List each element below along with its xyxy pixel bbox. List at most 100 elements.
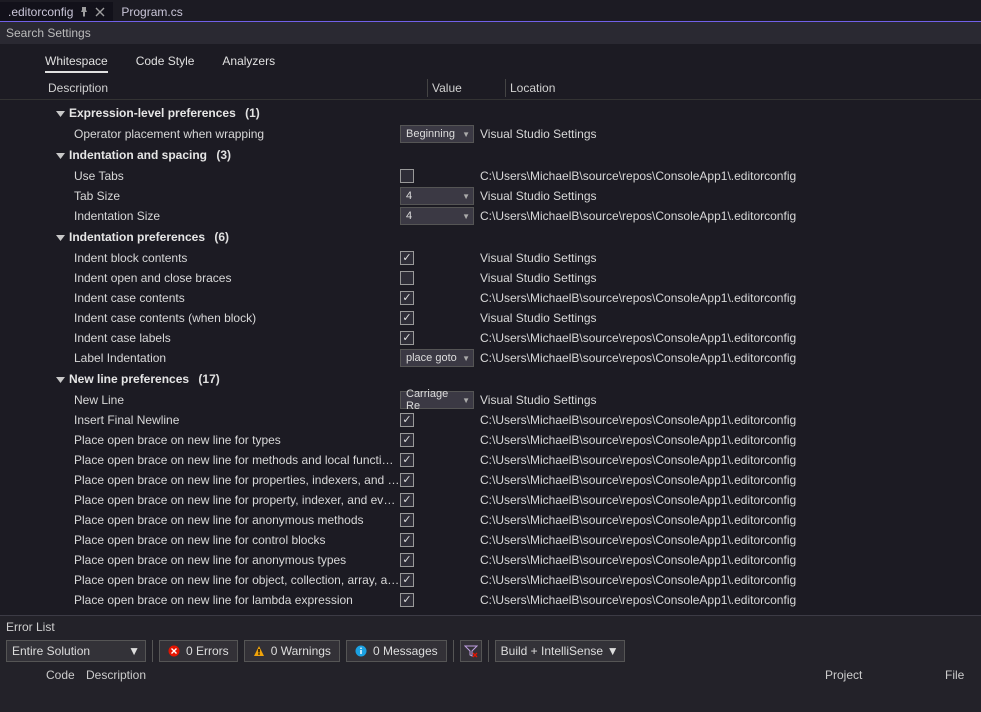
pin-icon[interactable] — [79, 7, 89, 17]
settings-tree[interactable]: Expression-level preferences (1)Operator… — [0, 100, 981, 615]
checkbox[interactable] — [400, 553, 414, 567]
setting-location: C:\Users\MichaelB\source\repos\ConsoleAp… — [478, 573, 981, 587]
chevron-down-icon: ▼ — [462, 212, 470, 221]
checkbox[interactable] — [400, 493, 414, 507]
warnings-filter[interactable]: 0 Warnings — [244, 640, 340, 662]
setting-row: Place open brace on new line for lambda … — [46, 590, 981, 610]
checkbox[interactable] — [400, 251, 414, 265]
separator — [453, 640, 454, 662]
setting-row: Tab Size4▼ Visual Studio Settings — [46, 186, 981, 206]
setting-description: Indentation Size — [46, 209, 400, 223]
chevron-down-icon: ▼ — [462, 396, 470, 405]
setting-location: C:\Users\MichaelB\source\repos\ConsoleAp… — [478, 473, 981, 487]
setting-row: Place open brace on new line for propert… — [46, 470, 981, 490]
tab-label: Program.cs — [121, 5, 182, 19]
group-count: (6) — [214, 230, 229, 244]
checkbox[interactable] — [400, 413, 414, 427]
setting-row: Insert Final NewlineC:\Users\MichaelB\so… — [46, 410, 981, 430]
setting-description: Use Tabs — [46, 169, 400, 183]
info-icon — [355, 645, 367, 657]
tab-label: .editorconfig — [8, 5, 73, 19]
errors-filter[interactable]: 0 Errors — [159, 640, 238, 662]
tab-editorconfig[interactable]: .editorconfig — [0, 2, 113, 21]
setting-location: C:\Users\MichaelB\source\repos\ConsoleAp… — [478, 533, 981, 547]
checkbox[interactable] — [400, 169, 414, 183]
col-description[interactable]: Description — [44, 79, 428, 97]
setting-description: Place open brace on new line for anonymo… — [46, 513, 400, 527]
dropdown[interactable]: 4▼ — [400, 207, 474, 225]
filter-label: Build + IntelliSense — [501, 644, 603, 658]
checkbox[interactable] — [400, 453, 414, 467]
col-icon[interactable] — [6, 668, 46, 682]
subtab-analyzers[interactable]: Analyzers — [222, 54, 275, 73]
checkbox[interactable] — [400, 513, 414, 527]
checkbox[interactable] — [400, 311, 414, 325]
group-header[interactable]: New line preferences (17) — [46, 368, 981, 390]
checkbox[interactable] — [400, 433, 414, 447]
setting-description: Indent case labels — [46, 331, 400, 345]
chevron-down-icon: ▼ — [128, 644, 140, 658]
setting-row: Indent open and close bracesVisual Studi… — [46, 268, 981, 288]
checkbox[interactable] — [400, 331, 414, 345]
separator — [488, 640, 489, 662]
checkbox[interactable] — [400, 271, 414, 285]
clear-filter-button[interactable] — [460, 640, 482, 662]
setting-location: Visual Studio Settings — [478, 393, 981, 407]
tab-program-cs[interactable]: Program.cs — [113, 2, 190, 21]
scope-label: Entire Solution — [12, 644, 90, 658]
column-headers: Description Value Location — [0, 77, 981, 100]
dropdown[interactable]: Beginning▼ — [400, 125, 474, 143]
group-header[interactable]: Indentation and spacing (3) — [46, 144, 981, 166]
setting-description: Place open brace on new line for propert… — [46, 493, 400, 507]
messages-filter[interactable]: 0 Messages — [346, 640, 447, 662]
dropdown[interactable]: Carriage Re▼ — [400, 391, 474, 409]
setting-row: Use TabsC:\Users\MichaelB\source\repos\C… — [46, 166, 981, 186]
setting-location: Visual Studio Settings — [478, 271, 981, 285]
col-location[interactable]: Location — [506, 79, 981, 97]
group-count: (3) — [216, 148, 231, 162]
search-bar — [0, 22, 981, 44]
close-icon[interactable] — [95, 7, 105, 17]
error-list-title: Error List — [0, 616, 981, 638]
setting-row: Place open brace on new line for anonymo… — [46, 550, 981, 570]
group-title: Indentation and spacing — [69, 148, 207, 162]
setting-row: Label Indentationplace goto▼C:\Users\Mic… — [46, 348, 981, 368]
setting-description: Tab Size — [46, 189, 400, 203]
warnings-label: 0 Warnings — [271, 644, 331, 658]
setting-row: Indent block contentsVisual Studio Setti… — [46, 248, 981, 268]
checkbox[interactable] — [400, 473, 414, 487]
dropdown-value: 4 — [406, 210, 412, 222]
setting-location: C:\Users\MichaelB\source\repos\ConsoleAp… — [478, 593, 981, 607]
dropdown-value: Carriage Re — [406, 388, 462, 412]
col-project[interactable]: Project — [825, 668, 945, 682]
error-icon — [168, 645, 180, 657]
setting-location: C:\Users\MichaelB\source\repos\ConsoleAp… — [478, 291, 981, 305]
subtab-code-style[interactable]: Code Style — [136, 54, 195, 73]
subtab-whitespace[interactable]: Whitespace — [45, 54, 108, 73]
checkbox[interactable] — [400, 291, 414, 305]
setting-row: New LineCarriage Re▼Visual Studio Settin… — [46, 390, 981, 410]
setting-location: Visual Studio Settings — [478, 189, 981, 203]
setting-row: Indent case labelsC:\Users\MichaelB\sour… — [46, 328, 981, 348]
setting-location: C:\Users\MichaelB\source\repos\ConsoleAp… — [478, 413, 981, 427]
scope-dropdown[interactable]: Entire Solution ▼ — [6, 640, 146, 662]
setting-row: Place open brace on new line for anonymo… — [46, 510, 981, 530]
checkbox[interactable] — [400, 573, 414, 587]
chevron-down-icon: ▼ — [462, 354, 470, 363]
build-intellisense-dropdown[interactable]: Build + IntelliSense ▼ — [495, 640, 625, 662]
setting-description: Place open brace on new line for control… — [46, 533, 400, 547]
col-description[interactable]: Description — [86, 668, 825, 682]
error-list-panel: Error List Entire Solution ▼ 0 Errors 0 … — [0, 615, 981, 712]
checkbox[interactable] — [400, 533, 414, 547]
dropdown[interactable]: place goto▼ — [400, 349, 474, 367]
error-list-toolbar: Entire Solution ▼ 0 Errors 0 Warnings 0 … — [0, 638, 981, 664]
search-input[interactable] — [6, 26, 306, 40]
group-header[interactable]: Expression-level preferences (1) — [46, 102, 981, 124]
col-file[interactable]: File — [945, 668, 975, 682]
group-header[interactable]: Indentation preferences (6) — [46, 226, 981, 248]
col-code[interactable]: Code — [46, 668, 86, 682]
checkbox[interactable] — [400, 593, 414, 607]
col-value[interactable]: Value — [428, 79, 506, 97]
setting-description: Indent case contents — [46, 291, 400, 305]
dropdown[interactable]: 4▼ — [400, 187, 474, 205]
